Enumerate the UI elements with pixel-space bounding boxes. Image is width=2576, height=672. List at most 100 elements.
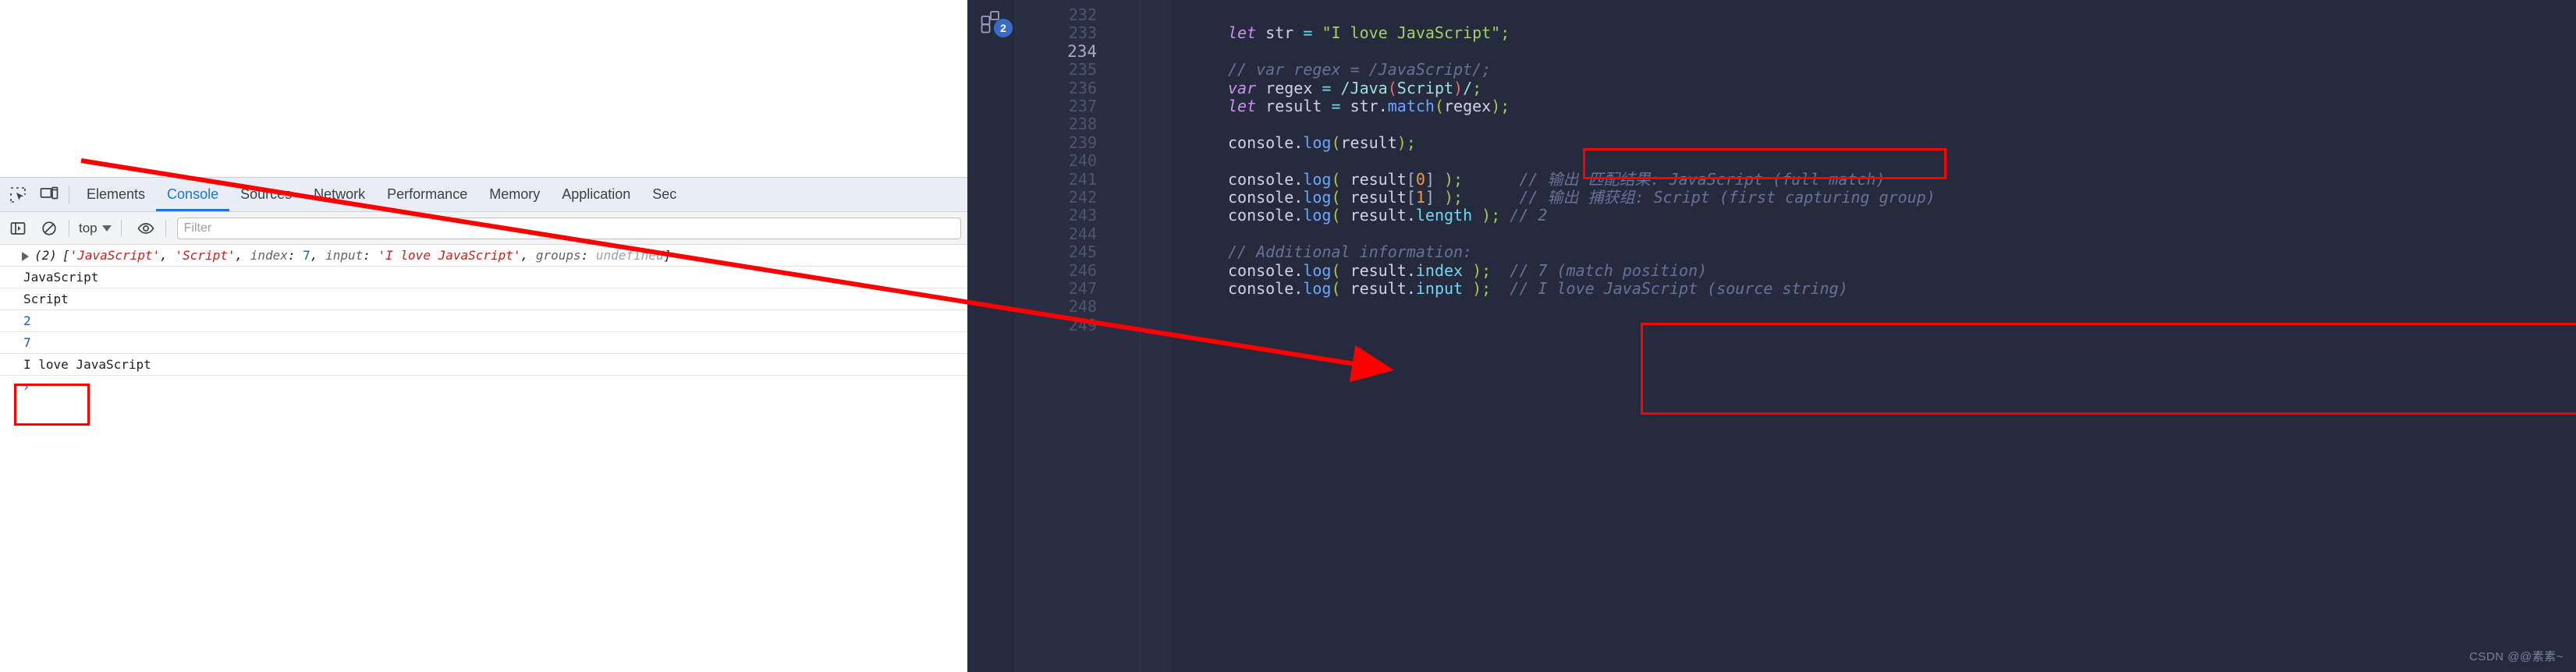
code-line[interactable]: // var regex = /JavaScript/;: [1228, 61, 1491, 79]
code-token: ): [1472, 279, 1482, 298]
tab-performance[interactable]: Performance: [376, 178, 478, 211]
code-token: console: [1228, 260, 1294, 280]
code-token: console: [1228, 206, 1294, 225]
console-filter-input[interactable]: Filter: [176, 217, 961, 239]
code-token: log: [1303, 133, 1332, 152]
array-token: 'JavaScript': [69, 248, 161, 263]
line-number: 240: [1068, 151, 1097, 171]
expand-triangle-icon[interactable]: [22, 252, 29, 261]
code-token: .: [1293, 133, 1304, 152]
tab-elements[interactable]: Elements: [76, 178, 156, 211]
array-token: ,: [310, 248, 326, 263]
execution-context-value: top: [79, 220, 98, 235]
code-token: var: [1228, 78, 1266, 97]
code-line[interactable]: // Additional information:: [1228, 243, 1472, 261]
code-token: // 输出 捕获组: Script (first capturing group…: [1463, 188, 1936, 207]
tab-sources[interactable]: Sources: [229, 178, 303, 211]
code-token: ]: [1425, 188, 1444, 207]
console-toolbar-divider-3: [165, 219, 166, 237]
code-token: (: [1331, 133, 1341, 152]
code-token: ;: [1500, 97, 1510, 115]
line-number: 238: [1068, 115, 1097, 134]
editor-line-number-gutter: 232 233 234 235 236 237 238 239 240 241 242 243 244 2…: [1016, 0, 1108, 672]
code-token: .: [1378, 97, 1388, 115]
editor-marker-bar: 2: [967, 0, 1016, 672]
line-number: 247: [1068, 279, 1097, 298]
device-toolbar-icon[interactable]: [36, 182, 62, 208]
editor-code-area[interactable]: let str = "I love JavaScript"; // var reg…: [1172, 0, 2576, 672]
code-token: (: [1331, 169, 1350, 189]
inspect-element-icon[interactable]: [5, 182, 31, 208]
code-line[interactable]: console.log( result.input ); // I love J…: [1228, 280, 1848, 298]
code-line[interactable]: let result = str.match(regex);: [1228, 97, 1510, 115]
code-token: ): [1491, 97, 1501, 115]
code-token: str: [1350, 97, 1378, 115]
code-token: result: [1340, 133, 1397, 152]
console-toolbar: top Filter: [0, 212, 967, 245]
console-prompt[interactable]: ›: [0, 376, 967, 398]
code-token: [: [1406, 169, 1416, 189]
code-token: (: [1387, 78, 1397, 97]
code-token: [: [1406, 188, 1416, 207]
code-token: ): [1472, 260, 1482, 280]
annotation-box-regex-line: [1583, 148, 1946, 179]
array-token: ,: [520, 248, 536, 263]
code-token: "I love JavaScript": [1322, 23, 1501, 43]
code-token: console: [1228, 133, 1294, 152]
devtools-tabbar: Elements Console Sources Network Perform…: [0, 178, 967, 212]
tab-network[interactable]: Network: [303, 178, 376, 211]
code-token: (: [1331, 188, 1350, 207]
tab-memory[interactable]: Memory: [478, 178, 551, 211]
code-line[interactable]: console.log( result[1] ); // 输出 捕获组: Scr…: [1228, 189, 1936, 207]
line-number: 248: [1068, 297, 1097, 317]
code-token: result: [1350, 260, 1407, 280]
line-number: 239: [1068, 133, 1097, 152]
execution-context-select[interactable]: top: [76, 221, 115, 236]
console-value: 7: [23, 335, 31, 350]
editor-fold-gutter: [1141, 0, 1172, 672]
tab-application[interactable]: Application: [551, 178, 641, 211]
code-token: .: [1406, 260, 1416, 280]
code-token: ;: [1406, 133, 1416, 152]
console-row-array[interactable]: (2) ['JavaScript', 'Script', index: 7, i…: [0, 245, 967, 267]
tab-console[interactable]: Console: [156, 178, 229, 211]
code-token: length: [1415, 206, 1482, 225]
code-editor: 2 232 233 234 235 236 237 238 239 240 241 242 243 24…: [967, 0, 2576, 672]
code-token: ): [1444, 169, 1454, 189]
code-line[interactable]: var regex = /Java(Script)/;: [1228, 78, 1481, 97]
console-toolbar-divider-2: [120, 219, 122, 237]
console-value: 2: [23, 313, 31, 328]
code-token: ;: [1500, 23, 1510, 43]
code-token: (: [1331, 279, 1350, 298]
array-token: ,: [235, 248, 250, 263]
plugin-badge-count[interactable]: 2: [994, 19, 1013, 37]
code-line[interactable]: console.log( result.length ); // 2: [1228, 207, 1547, 225]
code-token: regex: [1265, 78, 1322, 97]
code-token: result: [1350, 188, 1407, 207]
code-token: Script: [1396, 78, 1454, 97]
code-token: ): [1396, 133, 1407, 152]
code-line[interactable]: let str = "I love JavaScript";: [1228, 24, 1510, 42]
console-row-value-5: I love JavaScript: [0, 354, 967, 376]
code-line[interactable]: console.log(result);: [1228, 133, 1416, 152]
code-token: result: [1350, 169, 1407, 189]
code-token: .: [1406, 206, 1416, 225]
line-number: 249: [1068, 315, 1097, 334]
code-token: ;: [1481, 279, 1492, 298]
live-expression-eye-icon[interactable]: [133, 215, 159, 242]
console-value: I love JavaScript: [23, 357, 151, 372]
line-number: 237: [1068, 97, 1097, 115]
array-token: [: [62, 248, 70, 263]
tab-security[interactable]: Sec: [641, 178, 687, 211]
line-number: 245: [1068, 242, 1097, 262]
clear-console-icon[interactable]: [36, 215, 62, 242]
console-row-value-1: JavaScript: [0, 267, 967, 288]
code-token: console: [1228, 188, 1294, 207]
array-token: ,: [160, 248, 176, 263]
code-token: ): [1481, 206, 1492, 225]
line-number: 246: [1068, 260, 1097, 280]
code-token: let: [1228, 23, 1266, 43]
array-token: :: [580, 248, 596, 263]
code-line[interactable]: console.log( result.index ); // 7 (match…: [1228, 260, 1707, 280]
console-sidebar-icon[interactable]: [5, 215, 31, 242]
